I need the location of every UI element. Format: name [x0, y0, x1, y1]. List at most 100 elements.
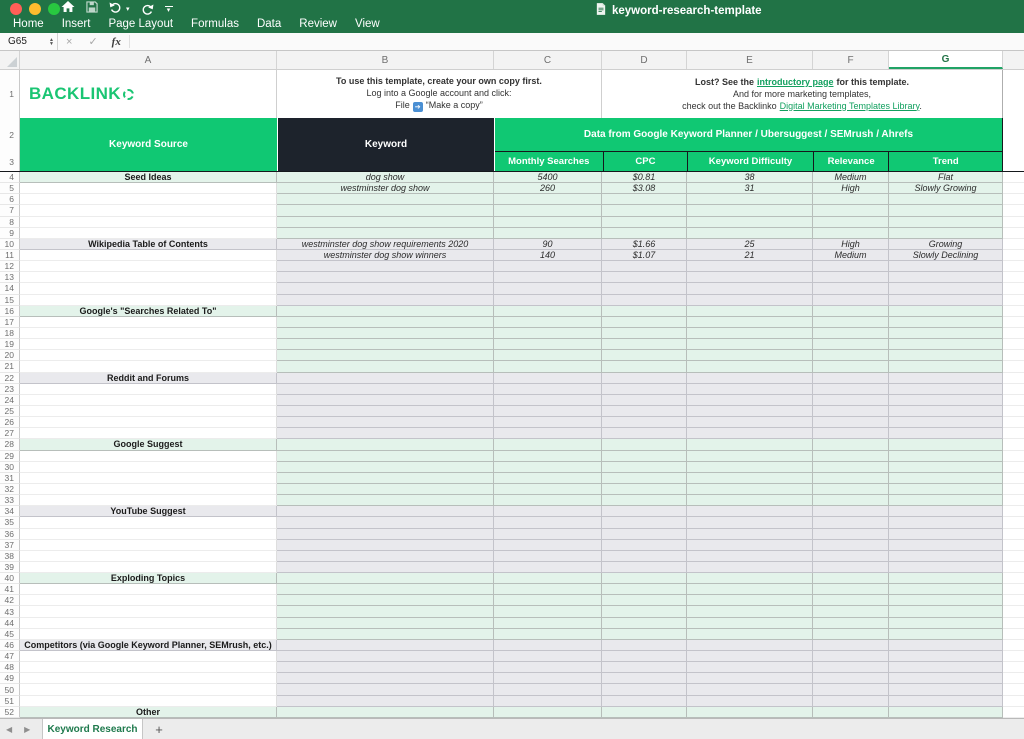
relevance-cell[interactable] — [813, 707, 889, 718]
keyword-difficulty-cell[interactable] — [687, 228, 813, 239]
maximize-window-button[interactable] — [48, 3, 60, 15]
cell-h-empty[interactable] — [1003, 673, 1024, 684]
monthly-searches-cell[interactable] — [494, 584, 602, 595]
row-number[interactable]: 44 — [0, 618, 20, 629]
keyword-difficulty-cell[interactable] — [687, 517, 813, 528]
relevance-cell[interactable] — [813, 473, 889, 484]
cell-d1-help[interactable]: Lost? See theintroductory pagefor this t… — [602, 70, 1003, 118]
keyword-difficulty-cell[interactable] — [687, 306, 813, 317]
cell-h-empty[interactable] — [1003, 172, 1024, 183]
trend-cell[interactable] — [889, 217, 1003, 228]
monthly-searches-cell[interactable] — [494, 406, 602, 417]
relevance-cell[interactable] — [813, 261, 889, 272]
ribbon-tab-insert[interactable]: Insert — [62, 18, 91, 30]
row-number[interactable]: 12 — [0, 261, 20, 272]
ribbon-tab-data[interactable]: Data — [257, 18, 281, 30]
section-label-cell[interactable]: YouTube Suggest — [20, 506, 277, 517]
data-source-banner-cell[interactable]: Data from Google Keyword Planner / Ubers… — [495, 118, 1002, 152]
row-number[interactable]: 24 — [0, 395, 20, 406]
keyword-difficulty-cell[interactable] — [687, 361, 813, 372]
keyword-difficulty-cell[interactable] — [687, 194, 813, 205]
row-number[interactable]: 36 — [0, 529, 20, 540]
monthly-searches-cell[interactable] — [494, 629, 602, 640]
row-number[interactable]: 32 — [0, 484, 20, 495]
relevance-cell[interactable] — [813, 283, 889, 294]
cell-a-empty[interactable] — [20, 451, 277, 462]
keyword-cell[interactable] — [277, 194, 494, 205]
section-label-cell[interactable]: Google's "Searches Related To" — [20, 306, 277, 317]
keyword-cell[interactable] — [277, 361, 494, 372]
relevance-cell[interactable] — [813, 395, 889, 406]
column-header-g[interactable]: G — [889, 51, 1003, 69]
row-number[interactable]: 10 — [0, 239, 20, 250]
monthly-searches-cell[interactable] — [494, 529, 602, 540]
cell-h-empty[interactable] — [1003, 228, 1024, 239]
cpc-cell[interactable] — [602, 529, 687, 540]
cpc-cell[interactable] — [602, 629, 687, 640]
keyword-difficulty-cell[interactable] — [687, 595, 813, 606]
trend-cell[interactable] — [889, 295, 1003, 306]
keyword-cell[interactable] — [277, 317, 494, 328]
relevance-cell[interactable] — [813, 618, 889, 629]
relevance-cell[interactable] — [813, 317, 889, 328]
keyword-difficulty-cell[interactable] — [687, 272, 813, 283]
ribbon-tab-view[interactable]: View — [355, 18, 380, 30]
keyword-cell[interactable] — [277, 629, 494, 640]
cell-a-empty[interactable] — [20, 350, 277, 361]
cpc-cell[interactable] — [602, 217, 687, 228]
keyword-cell[interactable] — [277, 640, 494, 651]
trend-cell[interactable] — [889, 205, 1003, 216]
keyword-difficulty-cell[interactable] — [687, 696, 813, 707]
cell-a-empty[interactable] — [20, 384, 277, 395]
keyword-cell[interactable] — [277, 562, 494, 573]
cell-a-empty[interactable] — [20, 495, 277, 506]
cell-a-empty[interactable] — [20, 562, 277, 573]
keyword-cell[interactable] — [277, 673, 494, 684]
trend-cell[interactable] — [889, 506, 1003, 517]
section-label-cell[interactable]: Reddit and Forums — [20, 373, 277, 384]
keyword-cell[interactable] — [277, 484, 494, 495]
trend-cell[interactable] — [889, 283, 1003, 294]
monthly-searches-cell[interactable] — [494, 439, 602, 450]
keyword-difficulty-cell[interactable] — [687, 662, 813, 673]
monthly-searches-cell[interactable] — [494, 295, 602, 306]
cell-a-empty[interactable] — [20, 662, 277, 673]
keyword-difficulty-cell[interactable] — [687, 629, 813, 640]
monthly-searches-cell[interactable] — [494, 651, 602, 662]
monthly-searches-cell[interactable] — [494, 473, 602, 484]
keyword-cell[interactable] — [277, 529, 494, 540]
cpc-cell[interactable] — [602, 517, 687, 528]
row-number[interactable]: 15 — [0, 295, 20, 306]
row-number[interactable]: 31 — [0, 473, 20, 484]
monthly-searches-cell[interactable] — [494, 484, 602, 495]
keyword-cell[interactable] — [277, 595, 494, 606]
trend-cell[interactable] — [889, 228, 1003, 239]
monthly-searches-cell[interactable] — [494, 339, 602, 350]
monthly-searches-cell[interactable] — [494, 373, 602, 384]
monthly-searches-cell[interactable] — [494, 595, 602, 606]
metric-header-relevance[interactable]: Relevance — [813, 152, 889, 171]
cell-a-empty[interactable] — [20, 540, 277, 551]
home-icon[interactable] — [61, 0, 75, 18]
row-number[interactable]: 9 — [0, 228, 20, 239]
cell-h-empty[interactable] — [1003, 651, 1024, 662]
cpc-cell[interactable] — [602, 395, 687, 406]
keyword-difficulty-cell[interactable] — [687, 651, 813, 662]
keyword-difficulty-cell[interactable] — [687, 573, 813, 584]
cpc-cell[interactable] — [602, 350, 687, 361]
keyword-cell[interactable] — [277, 261, 494, 272]
metric-header-trend[interactable]: Trend — [888, 152, 1002, 171]
trend-cell[interactable] — [889, 328, 1003, 339]
relevance-cell[interactable] — [813, 673, 889, 684]
trend-cell[interactable] — [889, 439, 1003, 450]
relevance-cell[interactable] — [813, 640, 889, 651]
keyword-cell[interactable] — [277, 506, 494, 517]
relevance-cell[interactable] — [813, 662, 889, 673]
trend-cell[interactable] — [889, 629, 1003, 640]
keyword-difficulty-cell[interactable] — [687, 462, 813, 473]
cell-h-empty[interactable] — [1003, 640, 1024, 651]
relevance-cell[interactable] — [813, 462, 889, 473]
trend-cell[interactable] — [889, 306, 1003, 317]
sheet-tab-keyword-research[interactable]: Keyword Research — [42, 719, 143, 739]
monthly-searches-cell[interactable] — [494, 696, 602, 707]
